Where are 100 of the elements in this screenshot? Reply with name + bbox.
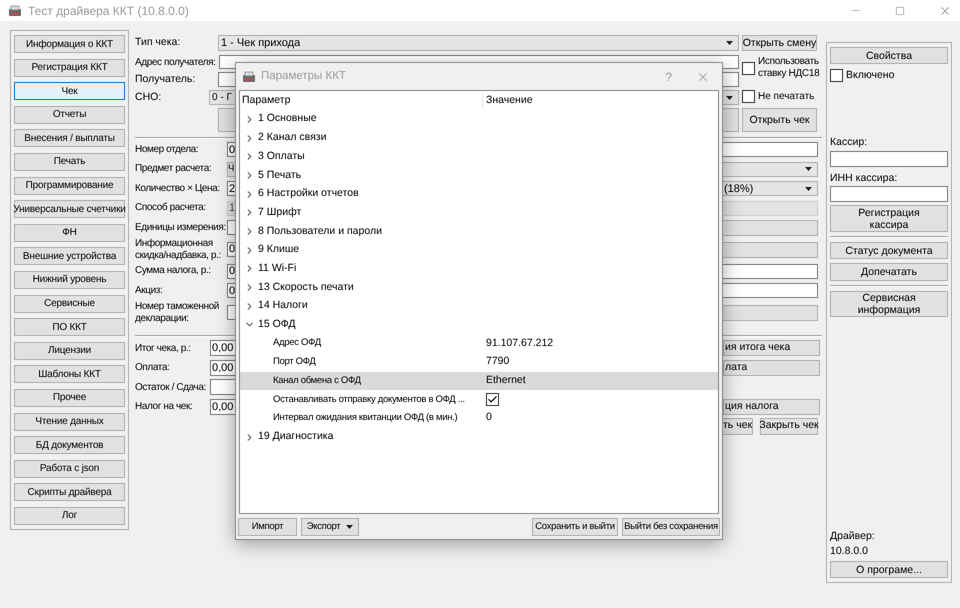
group-label: 13 Скорость печати: [258, 280, 354, 295]
sidebar-item[interactable]: БД документов: [14, 436, 125, 454]
group-label: 9 Клише: [258, 242, 300, 258]
reprint-button[interactable]: Допечатать: [830, 263, 948, 282]
column-header: Параметр: [241, 92, 292, 108]
checkbox[interactable]: [830, 69, 843, 82]
group-label: 14 Налоги: [258, 298, 308, 314]
sidebar-item[interactable]: Чтение данных: [14, 412, 125, 430]
field-label: Итог чека, р.:: [135, 342, 192, 356]
sidebar-item[interactable]: ПО ККТ: [14, 318, 125, 336]
input-field[interactable]: [830, 150, 948, 166]
dropdown[interactable]: 1 - Чек прихода: [218, 35, 739, 51]
field-label: Адрес получателя:: [135, 56, 216, 70]
open-receipt-button[interactable]: Открыть чек: [742, 108, 817, 132]
dialog-title: Параметры ККТ: [261, 68, 346, 84]
tree-row[interactable]: Останавливать отправку документов в ОФД ...: [240, 390, 718, 409]
parameter-label: Канал обмена с ОФД: [272, 374, 362, 388]
field-label: Количество × Цена:: [135, 182, 221, 195]
cancel-button[interactable]: Выйти без сохранения: [622, 518, 720, 536]
properties-button[interactable]: Свойства: [830, 47, 948, 64]
driver-label: Драйвер:: [830, 528, 876, 544]
caret-icon: [726, 96, 733, 100]
sidebar-item[interactable]: Сервисные: [14, 294, 125, 313]
dropdown[interactable]: (18%): [721, 181, 818, 196]
tree-row[interactable]: 5 Печать: [240, 166, 718, 185]
sidebar-item[interactable]: Скрипты драйвера: [14, 483, 125, 502]
save-button[interactable]: Сохранить и выйти: [532, 518, 618, 536]
caret-icon: [805, 167, 812, 172]
sidebar-item[interactable]: Шаблоны ККТ: [14, 365, 125, 384]
sidebar-item[interactable]: Чек: [14, 82, 125, 100]
sidebar-item[interactable]: Печать: [14, 152, 125, 171]
field-label: СНО:: [135, 90, 162, 105]
about-button[interactable]: О програме...: [830, 561, 948, 578]
tree-row[interactable]: Порт ОФД 7790: [240, 352, 718, 372]
sidebar-item[interactable]: Информация о ККТ: [14, 35, 125, 53]
field-label: Способ расчета:: [135, 202, 207, 214]
export-button[interactable]: Экспорт: [301, 518, 359, 536]
register-cashier-button[interactable]: Регистрация кассира: [830, 205, 948, 232]
sidebar-item[interactable]: Работа с json: [14, 460, 125, 478]
sidebar-item[interactable]: Регистрация ККТ: [14, 58, 125, 77]
tree-row[interactable]: 13 Скорость печати: [240, 278, 718, 297]
tree-row[interactable]: 3 Оплаты: [240, 147, 718, 166]
import-button[interactable]: Импорт: [238, 518, 297, 536]
field-label: Остаток / Сдача:: [135, 380, 207, 395]
parameter-value: 0: [486, 410, 492, 426]
group-label: 6 Настройки отчетов: [258, 186, 359, 202]
checkbox[interactable]: [742, 62, 755, 74]
tree-row[interactable]: 11 Wi-Fi: [240, 260, 718, 278]
document-status-button[interactable]: Статус документа: [830, 242, 948, 260]
sidebar-item[interactable]: ФН: [14, 224, 125, 242]
tree-row[interactable]: 8 Пользователи и пароли: [240, 222, 718, 241]
caret-icon: [805, 186, 812, 191]
field-label: Акциз:: [135, 284, 164, 297]
driver-version: 10.8.0.0: [830, 544, 869, 560]
printer-icon: [242, 70, 256, 82]
tree-row[interactable]: Адрес ОФД 91.107.67.212: [240, 334, 718, 353]
parameter-label: Адрес ОФД: [272, 336, 322, 350]
parameter-value: 91.107.67.212: [486, 336, 554, 351]
tree-row[interactable]: 1 Основные: [240, 110, 718, 129]
sidebar-item[interactable]: Нижний уровень: [14, 270, 125, 289]
tree-row[interactable]: 9 Клише: [240, 240, 718, 260]
button[interactable]: ть чек: [722, 418, 753, 434]
field-label: Предмет расчета:: [135, 163, 212, 176]
caret-icon: [726, 41, 733, 45]
tree-row[interactable]: 6 Настройки отчетов: [240, 184, 718, 204]
field-label: Кассир:: [830, 134, 868, 150]
checkbox-label: Не печатать: [758, 90, 814, 104]
field-label: ИНН кассира:: [830, 170, 898, 186]
service-info-button[interactable]: Сервисная информация: [830, 291, 948, 318]
tree-row[interactable]: 14 Налоги: [240, 296, 718, 316]
group-label: 5 Печать: [258, 168, 302, 183]
tree-row[interactable]: 7 Шрифт: [240, 203, 718, 222]
sidebar-item[interactable]: Лог: [14, 506, 125, 525]
tree-row[interactable]: 15 ОФД: [240, 316, 718, 334]
group-label: 7 Шрифт: [258, 204, 302, 220]
tree-row[interactable]: 2 Канал связи: [240, 128, 718, 148]
tree-row[interactable]: 19 Диагностика: [240, 428, 718, 446]
open-shift-button[interactable]: Открыть смену: [742, 35, 817, 51]
checkbox[interactable]: [486, 393, 499, 406]
sidebar-item[interactable]: Отчеты: [14, 106, 125, 124]
sidebar-item[interactable]: Прочее: [14, 388, 125, 407]
field-label: Номер отдела:: [135, 144, 200, 156]
sidebar-item[interactable]: Программирование: [14, 176, 125, 195]
sidebar-item[interactable]: Лицензии: [14, 342, 125, 360]
maximize-icon[interactable]: [895, 6, 905, 16]
field-label: Налог на чек:: [135, 400, 194, 414]
sidebar-item[interactable]: Внешние устройства: [14, 247, 125, 266]
sidebar-item[interactable]: Универсальные счетчики: [14, 200, 125, 218]
button[interactable]: Закрыть чек: [760, 418, 818, 434]
parameter-label: Порт ОФД: [272, 355, 317, 370]
tree-row[interactable]: Канал обмена с ОФД Ethernet: [240, 372, 718, 390]
button[interactable]: ия итога чека: [723, 340, 820, 356]
field-label: Получатель:: [135, 72, 196, 87]
input-field[interactable]: [830, 186, 948, 202]
sidebar-item[interactable]: Внесения / выплаты: [14, 129, 125, 148]
button[interactable]: ция налога: [723, 398, 820, 415]
button[interactable]: лата: [723, 360, 820, 376]
tree-row[interactable]: Интервал ожидания квитанции ОФД (в мин.) 0: [240, 409, 718, 428]
checkbox[interactable]: [742, 90, 755, 103]
field-label: Номер таможенной декларации:: [135, 300, 220, 324]
